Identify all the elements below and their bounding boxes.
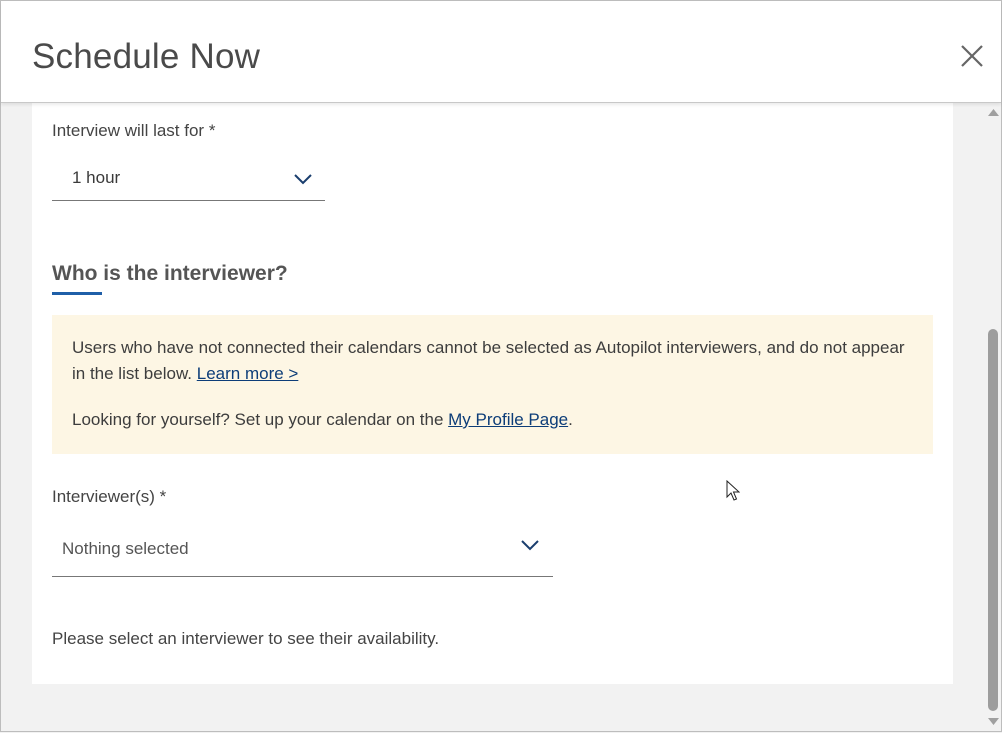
notice-prompt: Looking for yourself? Set up your calend… [72,410,444,429]
learn-more-link[interactable]: Learn more > [197,364,299,383]
dialog-title: Schedule Now [32,37,261,76]
notice-profile-paragraph: Looking for yourself? Set up your calend… [72,407,573,433]
arrow-down-icon [988,718,999,725]
schedule-now-dialog: Schedule Now Interview will last for * 1… [0,0,1002,732]
dialog-body: Interview will last for * 1 hour Who is … [32,102,953,684]
chevron-down-icon [294,174,312,185]
duration-select[interactable]: 1 hour [52,154,325,201]
close-icon [961,45,983,67]
chevron-down-icon [521,540,539,551]
arrow-up-icon [988,109,999,116]
dialog-header: Schedule Now [1,1,1001,103]
scroll-down-button[interactable] [987,715,1000,728]
interviewers-placeholder: Nothing selected [62,539,189,558]
close-button[interactable] [957,41,987,71]
duration-value: 1 hour [72,168,121,187]
vertical-scrollbar[interactable] [986,104,1001,731]
scroll-up-button[interactable] [987,106,1000,119]
availability-hint: Please select an interviewer to see thei… [52,629,440,648]
interviewers-label: Interviewer(s) * [52,487,167,506]
my-profile-link[interactable]: My Profile Page [448,410,568,429]
calendar-notice: Users who have not connected their calen… [52,315,933,454]
mouse-pointer-icon [726,480,740,501]
scrollbar-thumb[interactable] [988,329,998,711]
interviewer-section-heading: Who is the interviewer? [52,262,288,285]
notice-text-paragraph: Users who have not connected their calen… [72,335,922,387]
duration-label: Interview will last for * [52,121,216,140]
section-underline [52,292,102,295]
notice-suffix: . [568,410,573,429]
interviewers-select[interactable]: Nothing selected [52,522,553,577]
